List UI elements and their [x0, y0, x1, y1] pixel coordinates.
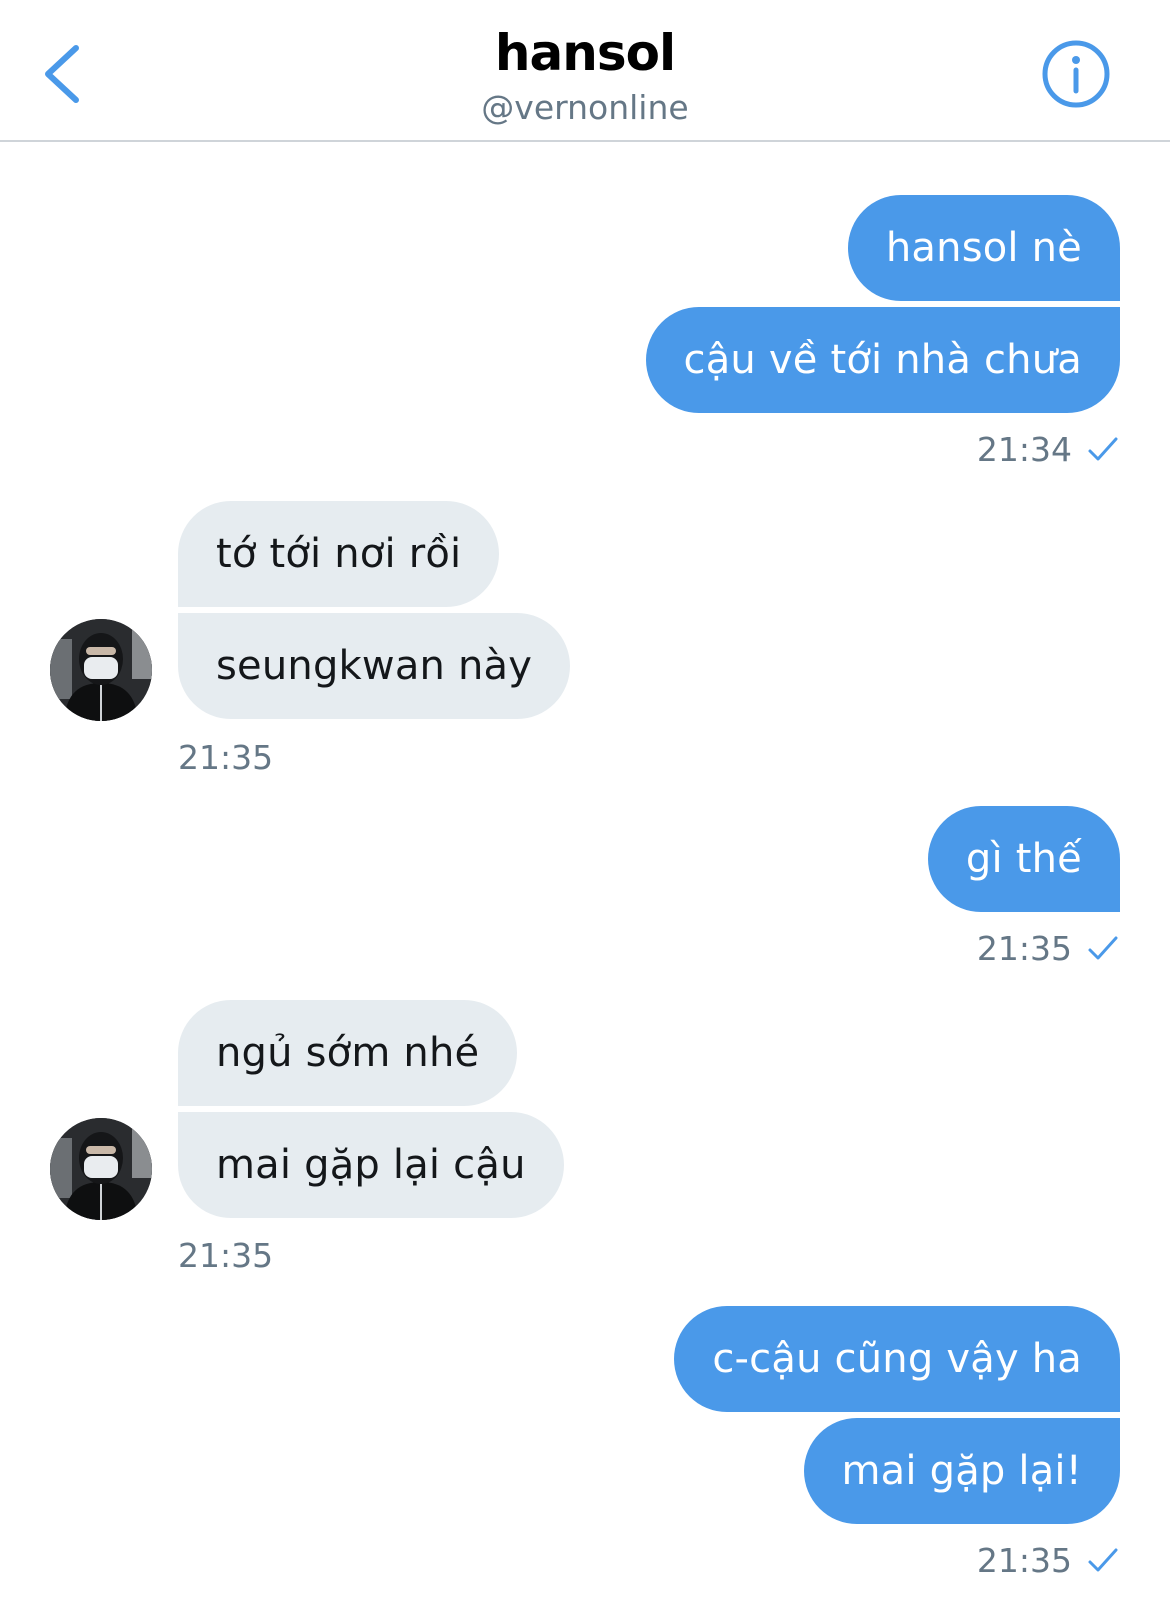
incoming-message[interactable]: ngủ sớm nhé [178, 1000, 518, 1106]
timestamp-text: 21:35 [976, 1541, 1072, 1580]
conversation-title: hansol [494, 24, 676, 82]
incoming-message[interactable]: tớ tới nơi rồi [178, 501, 500, 607]
message-timestamp: 21:35 [178, 738, 274, 777]
conversation-header: hansol @vernonline [0, 0, 1170, 142]
outgoing-message[interactable]: hansol nè [847, 195, 1120, 301]
outgoing-message[interactable]: c-cậu cũng vậy ha [674, 1306, 1120, 1412]
info-button[interactable] [1040, 38, 1112, 110]
avatar[interactable] [50, 1118, 152, 1220]
outgoing-message[interactable]: gì thế [927, 806, 1120, 912]
outgoing-message[interactable]: cậu về tới nhà chưa [645, 307, 1120, 413]
avatar-photo [50, 619, 152, 721]
read-check-icon [1088, 936, 1118, 960]
avatar[interactable] [50, 619, 152, 721]
message-timestamp: 21:35 [178, 1236, 274, 1275]
message-timestamp: 21:34 [977, 430, 1120, 470]
timestamp-text: 21:34 [976, 430, 1072, 469]
incoming-message[interactable]: mai gặp lại cậu [178, 1112, 564, 1218]
conversation-title-block[interactable]: hansol @vernonline [0, 18, 1170, 128]
info-circle-icon [1042, 40, 1110, 108]
message-timestamp: 21:35 [977, 929, 1120, 969]
read-check-icon [1088, 437, 1118, 461]
avatar-photo [50, 1118, 152, 1220]
message-timestamp: 21:35 [977, 1541, 1120, 1581]
incoming-message[interactable]: seungkwan này [178, 613, 571, 719]
read-check-icon [1088, 1548, 1118, 1572]
conversation-handle: @vernonline [481, 88, 689, 127]
timestamp-text: 21:35 [976, 929, 1072, 968]
outgoing-message[interactable]: mai gặp lại! [803, 1418, 1120, 1524]
